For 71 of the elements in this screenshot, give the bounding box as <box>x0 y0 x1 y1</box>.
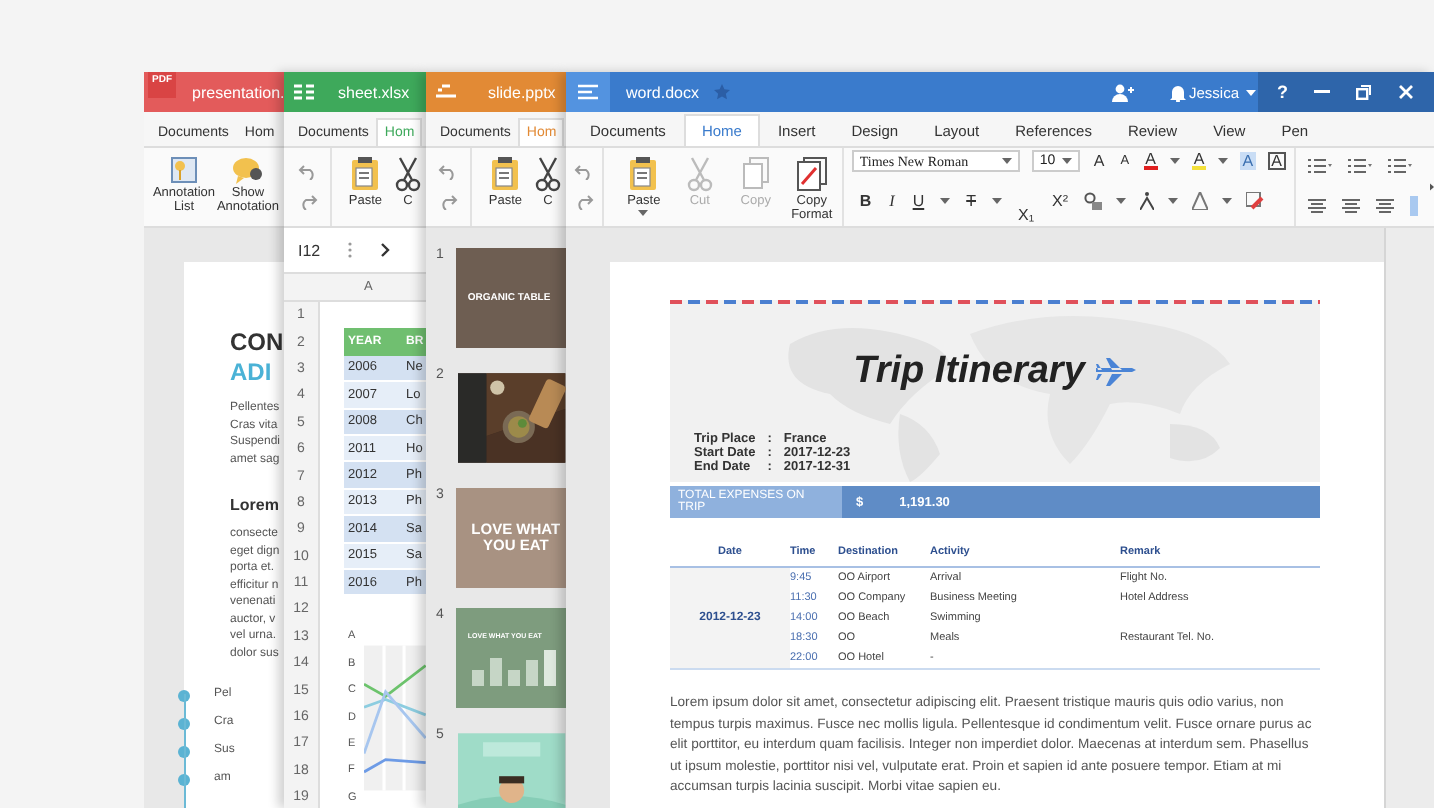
redo-icon[interactable] <box>573 194 594 211</box>
airplane-icon <box>1096 358 1137 386</box>
annotation-list-icon <box>170 156 198 184</box>
align-icon[interactable] <box>1375 197 1394 214</box>
grow-font-button[interactable]: A <box>1091 152 1107 171</box>
more-icon[interactable] <box>348 242 353 258</box>
close-icon[interactable] <box>1398 84 1414 100</box>
text-effect-icon[interactable] <box>1084 191 1103 210</box>
redo-icon[interactable] <box>438 194 459 211</box>
more-arrow-icon[interactable] <box>1429 182 1434 192</box>
document-title: Trip Itinerary <box>853 350 1085 394</box>
timeline-dot <box>178 689 190 701</box>
grid-icon[interactable] <box>294 84 314 100</box>
chevron-right-icon[interactable] <box>380 242 391 258</box>
clipboard-icon <box>349 156 382 192</box>
outline-icon[interactable] <box>1192 191 1209 210</box>
restore-icon[interactable] <box>1356 84 1372 100</box>
underline-button[interactable]: U <box>910 191 927 210</box>
subheading: Lorem <box>230 496 281 514</box>
format-painter-icon <box>795 156 828 192</box>
superscript-button[interactable]: X² <box>1050 191 1071 210</box>
scrollbar-track[interactable] <box>1384 228 1434 808</box>
italic-button[interactable]: I <box>887 191 897 210</box>
list-icon[interactable] <box>1347 158 1372 175</box>
subscript-button[interactable]: X₁ <box>1016 205 1037 224</box>
heading: CON <box>230 328 284 358</box>
caret-icon <box>1169 158 1180 165</box>
border-button[interactable]: A <box>1267 152 1286 171</box>
font-color-button[interactable]: A <box>1143 152 1158 171</box>
caret-icon <box>1116 197 1127 204</box>
strikethrough-button[interactable]: T <box>964 191 978 210</box>
emphasis-icon[interactable] <box>1140 191 1155 210</box>
caret-icon <box>1001 158 1012 165</box>
caret-icon <box>940 197 951 204</box>
redo-icon[interactable] <box>297 194 318 211</box>
undo-icon[interactable] <box>297 163 318 180</box>
caret-icon <box>1222 197 1233 204</box>
undo-icon[interactable] <box>573 163 594 180</box>
scissors-icon <box>685 156 714 192</box>
caret-icon <box>638 210 649 217</box>
cell-reference[interactable]: I12 <box>298 241 321 259</box>
list-icon[interactable] <box>1307 158 1332 175</box>
copy-icon <box>741 156 770 192</box>
align-icon[interactable] <box>1341 197 1360 214</box>
clipboard-icon <box>627 156 660 192</box>
caret-icon <box>992 197 1002 204</box>
bold-button[interactable]: B <box>857 191 874 210</box>
scissors-icon <box>394 156 422 192</box>
menu-icon[interactable] <box>566 72 610 112</box>
shading-button[interactable]: A <box>1240 152 1256 171</box>
slides-icon[interactable] <box>436 84 456 100</box>
eraser-icon[interactable] <box>1246 191 1265 210</box>
star-icon[interactable] <box>714 84 731 100</box>
caret-icon <box>1168 197 1179 204</box>
file-name[interactable]: word.docx <box>626 83 699 101</box>
scissors-icon <box>534 156 562 192</box>
align-icon[interactable] <box>1307 197 1326 214</box>
minimize-icon[interactable] <box>1314 90 1330 94</box>
file-name[interactable]: presentation. <box>192 83 284 101</box>
caret-icon <box>1061 158 1072 165</box>
undo-icon[interactable] <box>438 163 459 180</box>
bell-icon[interactable] <box>1170 83 1187 101</box>
clipboard-icon <box>489 156 522 192</box>
caret-icon <box>1245 90 1255 96</box>
list-icon[interactable] <box>1387 158 1412 175</box>
help-button[interactable]: ? <box>1277 82 1288 102</box>
speech-bubble-icon <box>232 156 264 184</box>
share-person-icon[interactable] <box>1112 83 1135 101</box>
heading: ADI <box>230 358 274 388</box>
highlight-button[interactable]: A <box>1191 152 1207 171</box>
caret-icon <box>1218 158 1229 165</box>
